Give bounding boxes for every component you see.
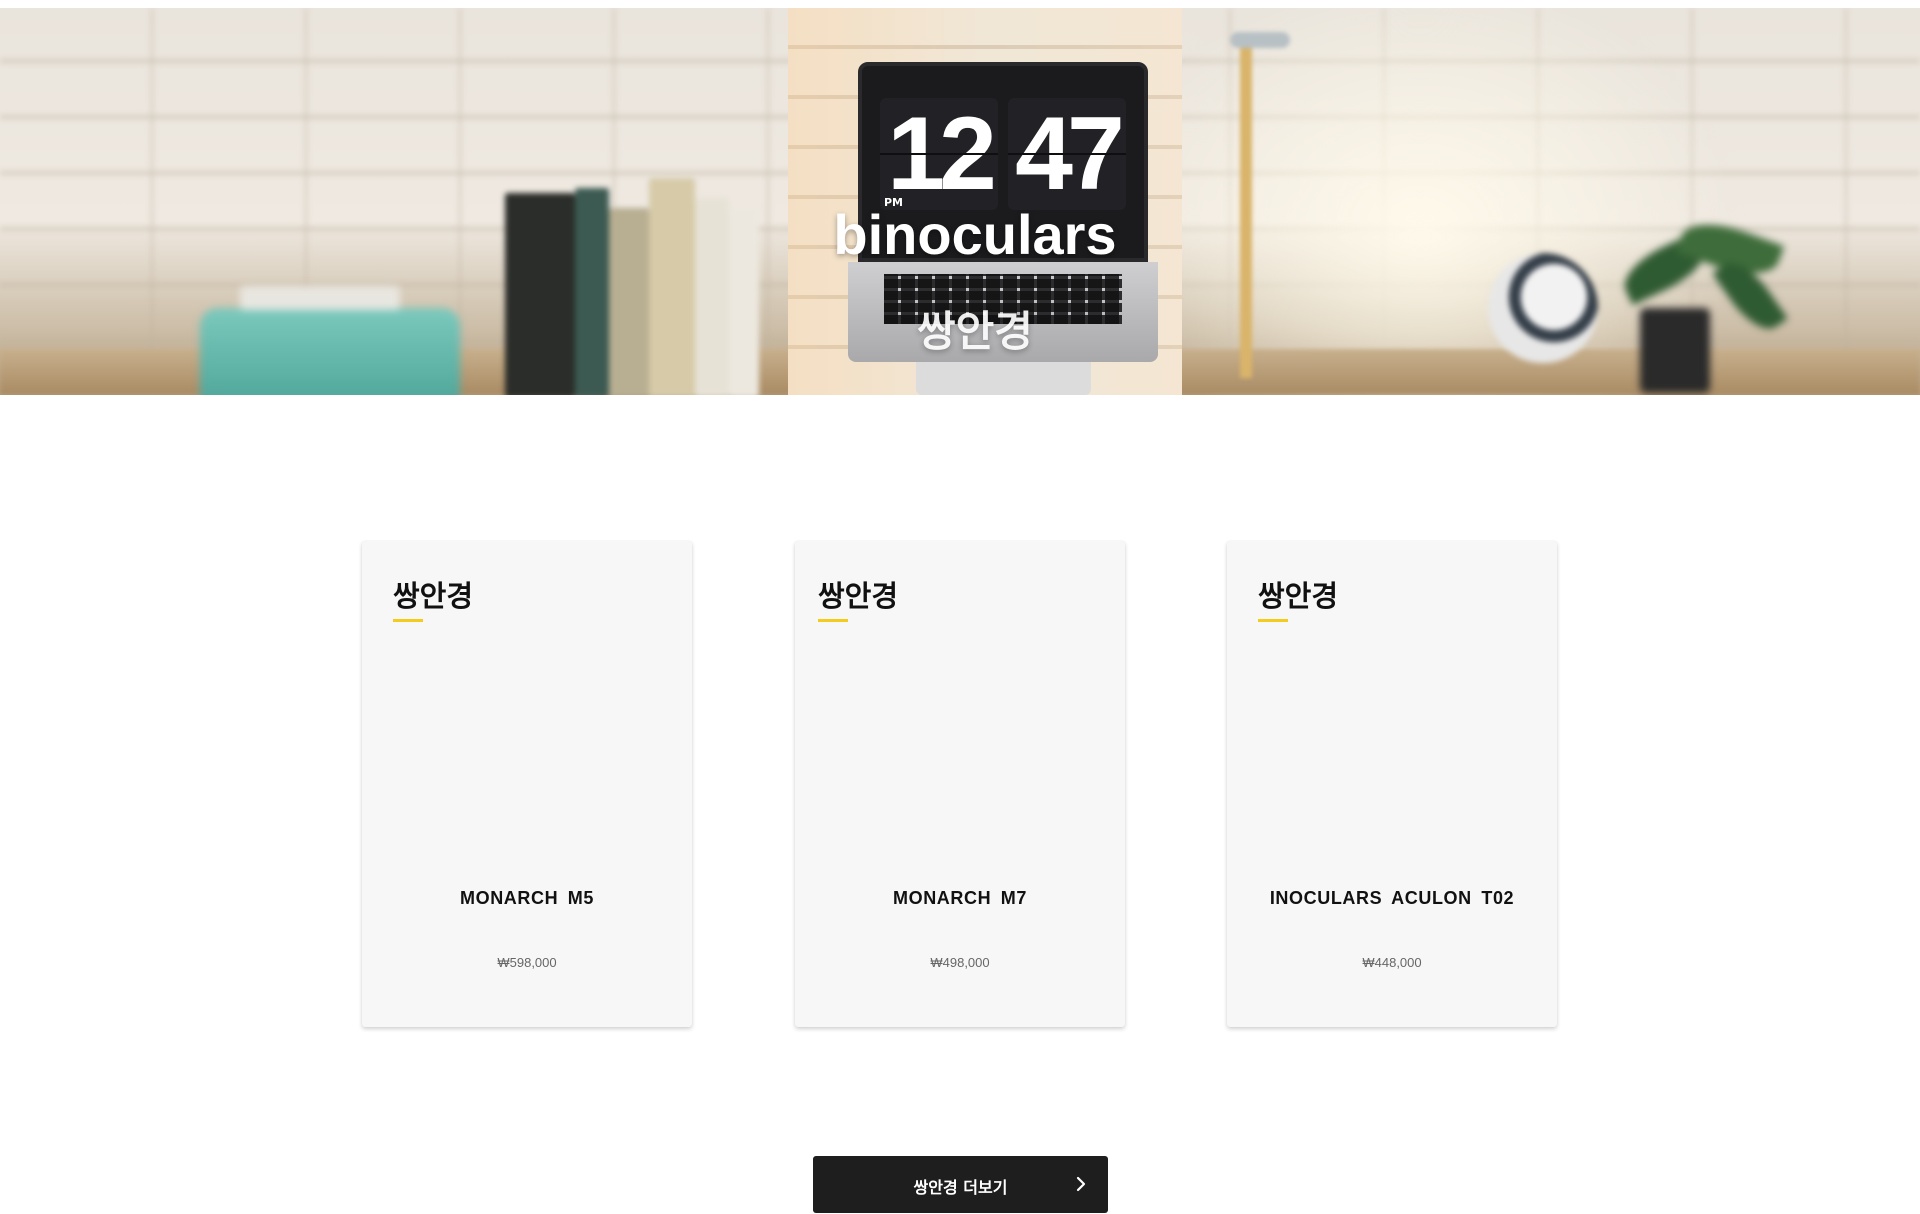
laptop-stand bbox=[916, 362, 1091, 395]
product-name[interactable]: MONARCH M7 bbox=[795, 888, 1125, 909]
globe-image bbox=[1488, 253, 1598, 363]
books-image bbox=[505, 168, 785, 395]
hero-title: binoculars bbox=[833, 203, 1117, 266]
accent-bar bbox=[1258, 619, 1288, 622]
product-price: ₩448,000 bbox=[1362, 955, 1422, 970]
typewriter-image bbox=[200, 286, 460, 395]
plant-image bbox=[1600, 212, 1800, 395]
hero-subtitle: 쌍안경 bbox=[917, 307, 1033, 356]
product-price: ₩498,000 bbox=[930, 955, 990, 970]
product-name[interactable]: INOCULARS ACULON T02 bbox=[1227, 888, 1557, 909]
product-card[interactable]: 쌍안경 INOCULARS ACULON T02 ₩448,000 bbox=[1227, 541, 1557, 1027]
product-price: ₩598,000 bbox=[497, 955, 557, 970]
card-category: 쌍안경 bbox=[818, 579, 899, 613]
chevron-right-icon bbox=[1076, 1176, 1086, 1192]
product-name[interactable]: MONARCH M5 bbox=[362, 888, 692, 909]
more-binoculars-button[interactable]: 쌍안경 더보기 bbox=[813, 1156, 1108, 1213]
desk-lamp-image bbox=[1230, 32, 1290, 378]
product-card[interactable]: 쌍안경 MONARCH M7 ₩498,000 bbox=[795, 541, 1125, 1027]
hero-banner: 12 47 PM binoculars 쌍안경 bbox=[0, 8, 1920, 395]
card-category: 쌍안경 bbox=[1258, 579, 1339, 613]
more-button-label: 쌍안경 더보기 bbox=[913, 1178, 1008, 1197]
card-category: 쌍안경 bbox=[393, 579, 474, 613]
clock-minute: 47 bbox=[1008, 98, 1126, 210]
clock-hour: 12 bbox=[880, 98, 998, 210]
product-card[interactable]: 쌍안경 MONARCH M5 ₩598,000 bbox=[362, 541, 692, 1027]
accent-bar bbox=[818, 619, 848, 622]
accent-bar bbox=[393, 619, 423, 622]
